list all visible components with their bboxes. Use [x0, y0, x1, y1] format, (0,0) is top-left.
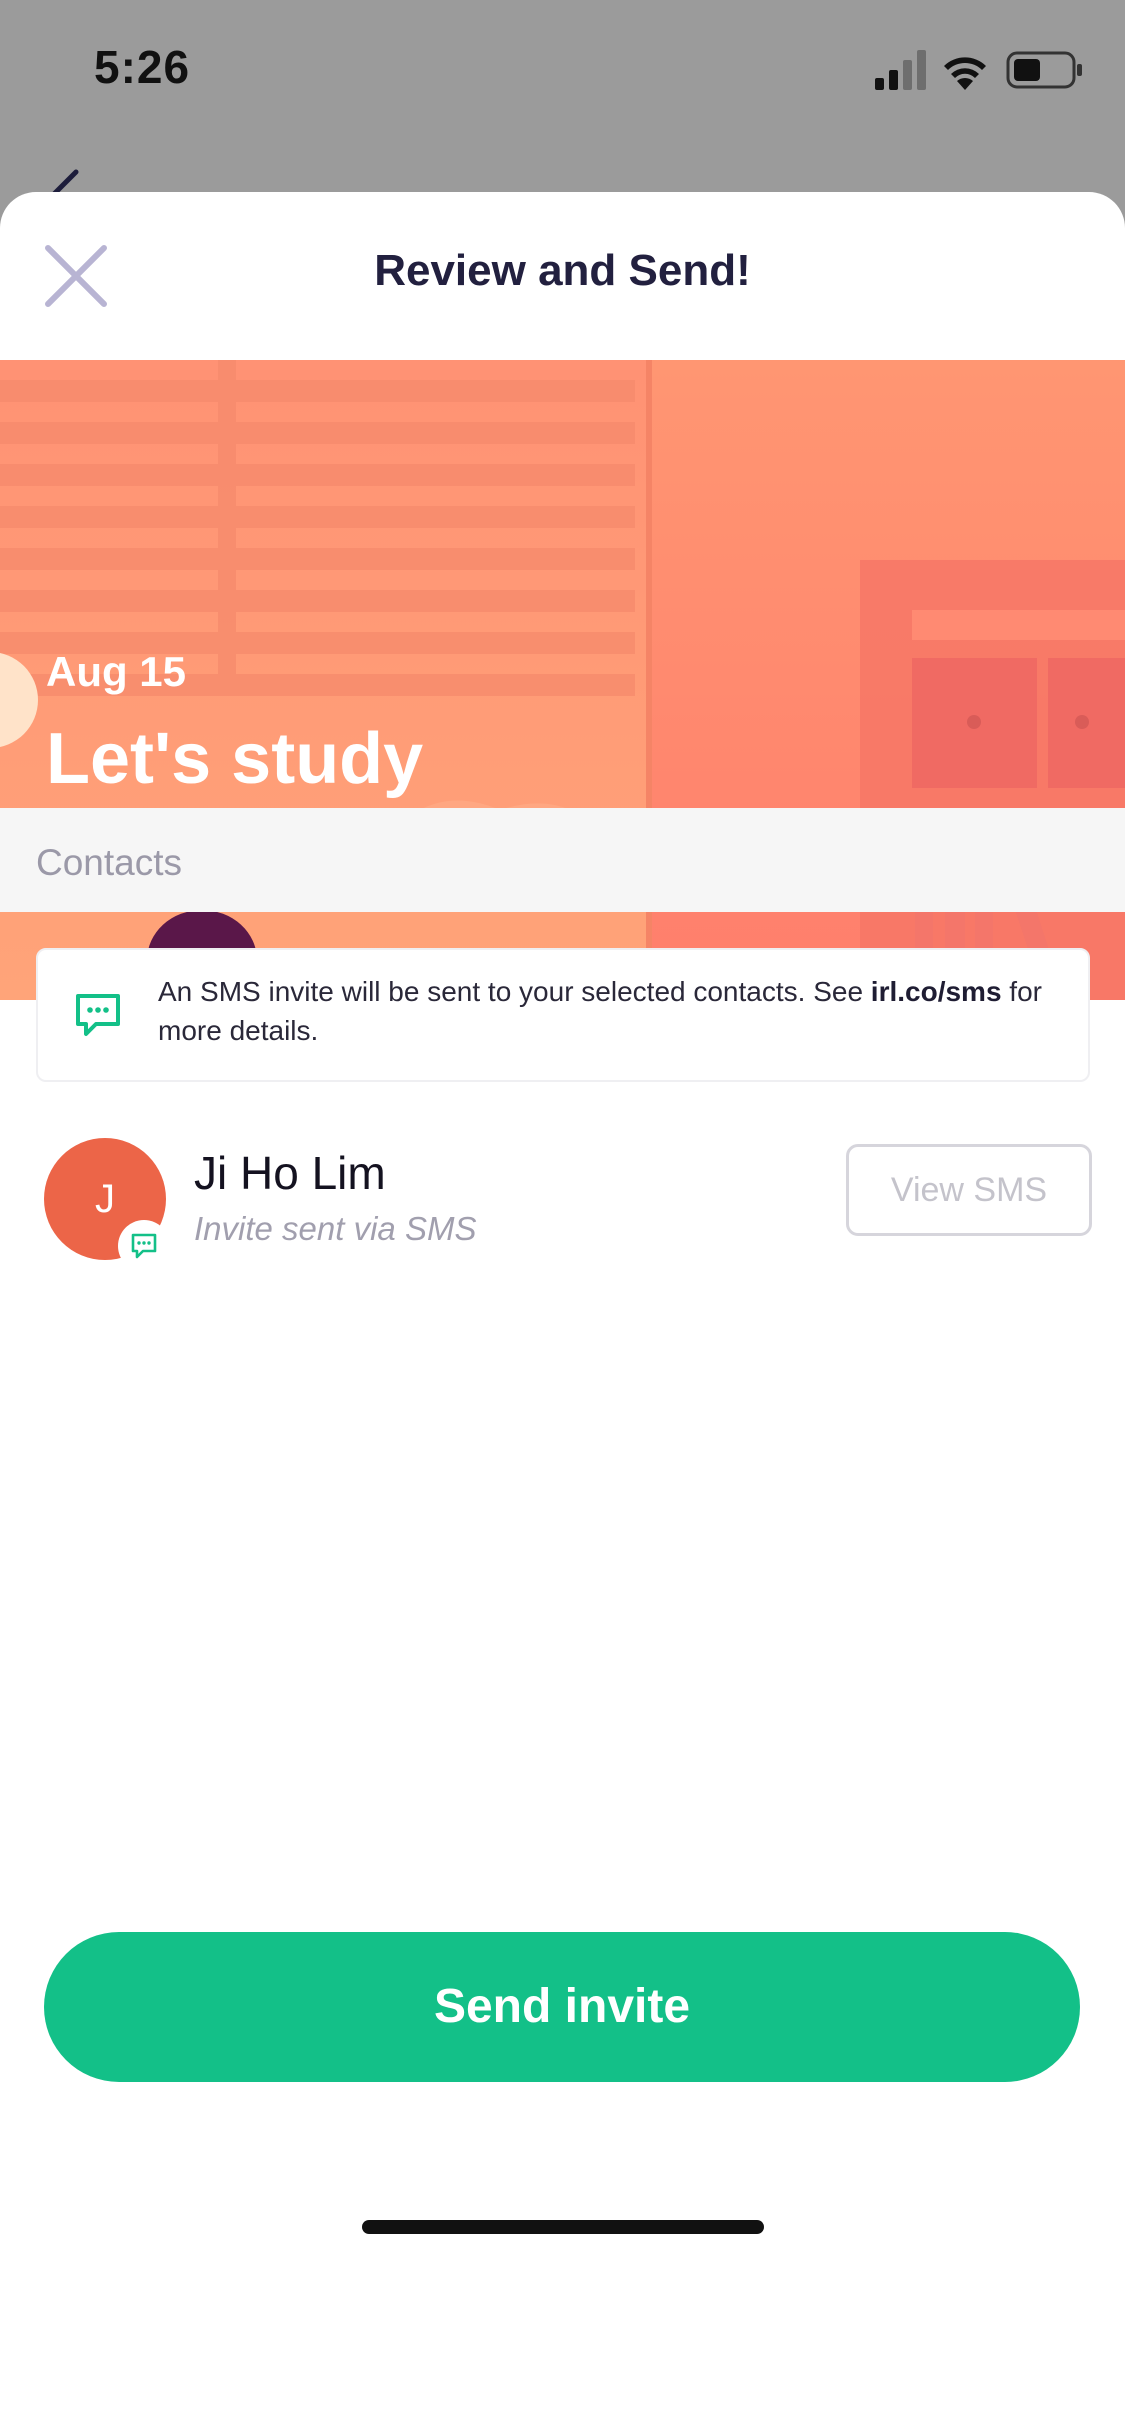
status-icons	[875, 48, 1085, 92]
event-name: Let's study	[46, 719, 424, 799]
contact-row: J Ji Ho Lim Invite sent via SMS View SMS	[0, 1132, 1125, 1272]
home-indicator[interactable]	[362, 2220, 764, 2234]
wifi-icon	[944, 57, 986, 90]
view-sms-button[interactable]: View SMS	[846, 1144, 1092, 1236]
sms-info-text: An SMS invite will be sent to your selec…	[158, 972, 1058, 1050]
sheet-header: Review and Send!	[0, 192, 1125, 360]
battery-icon	[1006, 51, 1082, 89]
sms-info-link[interactable]: irl.co/sms	[871, 976, 1002, 1007]
event-date: Aug 15	[46, 648, 187, 695]
sms-info-box: An SMS invite will be sent to your selec…	[36, 948, 1090, 1082]
contact-name: Ji Ho Lim	[194, 1147, 386, 1199]
contacts-label: Contacts	[36, 842, 183, 883]
signal-icon	[875, 50, 926, 90]
contacts-section-header: Contacts	[0, 808, 1125, 912]
contact-status: Invite sent via SMS	[194, 1210, 477, 1247]
status-bar: 5:26	[0, 0, 1125, 140]
review-sheet: Review and Send! Aug 15 Let's study	[0, 192, 1125, 2436]
send-invite-button[interactable]: Send invite	[44, 1932, 1080, 2082]
sms-badge-icon	[131, 1233, 157, 1259]
sms-badge	[118, 1220, 170, 1272]
sheet-title: Review and Send!	[374, 246, 751, 295]
chat-bubble-icon	[76, 994, 120, 1036]
sms-info-text-before: An SMS invite will be sent to your selec…	[158, 976, 871, 1007]
status-time: 5:26	[94, 41, 191, 93]
